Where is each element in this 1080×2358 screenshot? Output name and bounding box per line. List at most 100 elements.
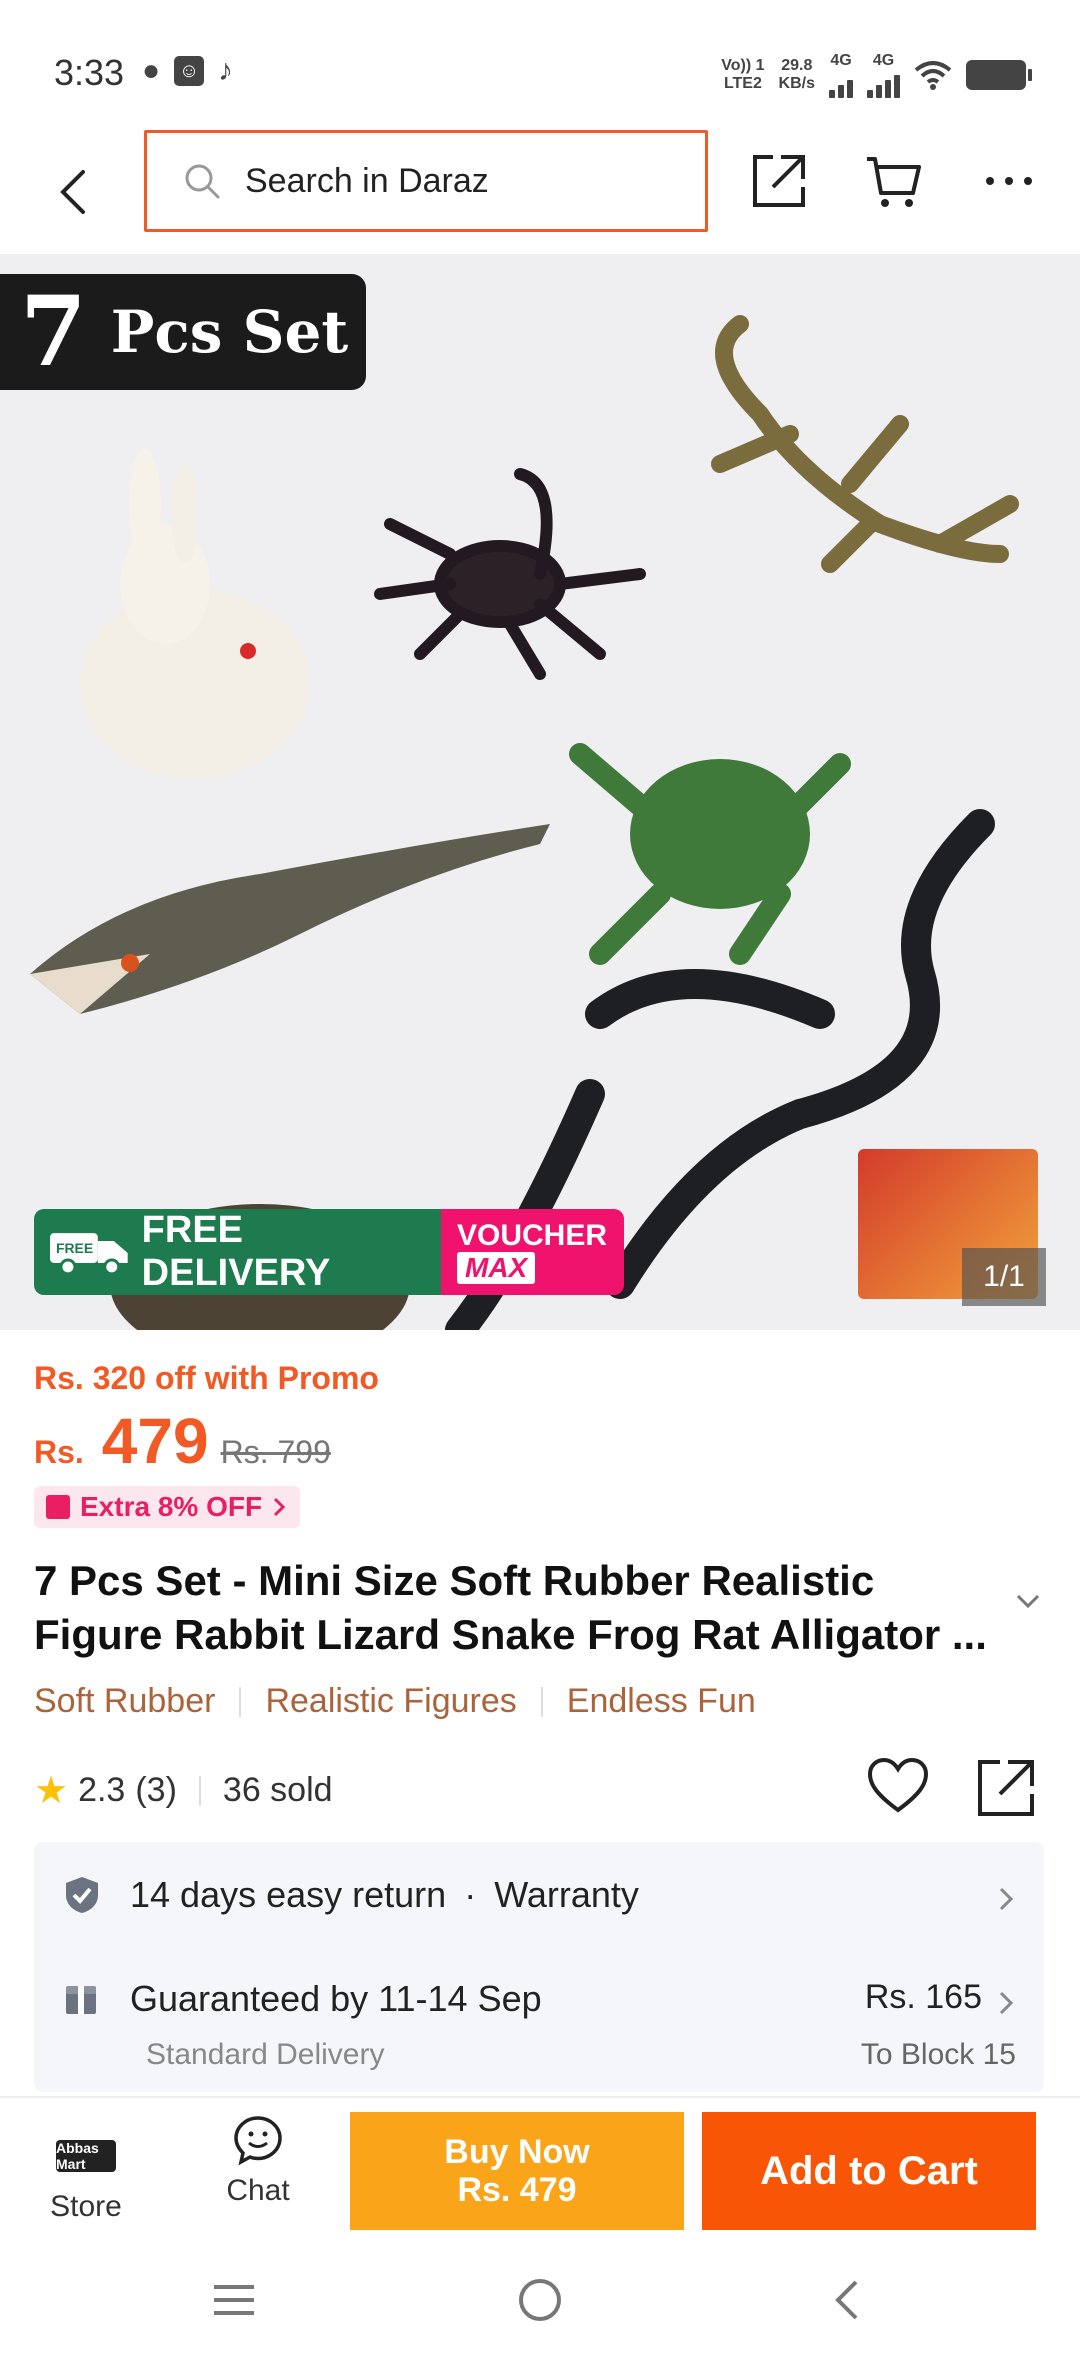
buy-now-label: Buy Now <box>444 2133 590 2171</box>
system-status-icons: Vo)) 1 LTE2 29.8 KB/s 4G 4G <box>721 52 1032 98</box>
signal-sim2: 4G <box>867 52 900 98</box>
cart-button[interactable] <box>858 146 928 216</box>
promo-discount-text: Rs. 320 off with Promo <box>34 1360 379 1396</box>
speed-value: 29.8 <box>781 57 813 74</box>
tag-divider <box>239 1686 242 1717</box>
rating-row[interactable]: ★ 2.3 (3) 36 sold <box>34 1768 333 1813</box>
snapchat-icon: ● <box>142 54 161 87</box>
separator-dot: · <box>464 1874 477 1915</box>
voucher-max-label: MAX <box>457 1252 536 1284</box>
add-to-cart-button[interactable]: Add to Cart <box>702 2112 1036 2230</box>
price-row: Rs. 479 Rs. 799 <box>34 1404 331 1478</box>
buy-now-button[interactable]: Buy Now Rs. 479 <box>350 2112 684 2230</box>
shield-check-icon <box>66 1877 98 1913</box>
delivery-type: Standard Delivery <box>146 2038 385 2071</box>
search-input[interactable]: Search in Daraz <box>245 162 489 201</box>
sold-count: 36 sold <box>222 1771 333 1809</box>
volte-indicator: Vo)) 1 LTE2 <box>721 57 764 93</box>
heart-icon[interactable] <box>866 1756 930 1816</box>
bottom-action-bar: Abbas Mart Store Chat Buy Now Rs. 479 Ad… <box>0 2096 1080 2238</box>
share-icon[interactable] <box>974 1756 1038 1820</box>
sim2-label: 4G <box>872 52 895 69</box>
volte-label: Vo)) 1 <box>721 57 765 74</box>
top-header: Search in Daraz <box>0 130 1080 254</box>
free-word: FREE <box>56 1240 93 1256</box>
share-icon <box>753 155 805 207</box>
rating-value: 2.3 <box>78 1771 126 1809</box>
tag-divider <box>540 1686 543 1717</box>
store-button[interactable]: Abbas Mart Store <box>36 2114 136 2224</box>
price-currency: Rs. <box>34 1434 84 1470</box>
chat-button[interactable]: Chat <box>208 2114 308 2224</box>
lte-label: LTE2 <box>723 75 762 92</box>
more-options-button[interactable] <box>974 146 1044 216</box>
badge-text: Pcs Set <box>110 298 349 366</box>
chat-label: Chat <box>226 2174 290 2207</box>
back-arrow-icon <box>835 2280 858 2320</box>
original-price: Rs. 799 <box>220 1434 331 1470</box>
free-delivery-voucher-banner: FREE FREE DELIVERY VOUCHER MAX <box>34 1209 624 1295</box>
free-delivery-label: FREE DELIVERY <box>141 1209 331 1294</box>
signal-bars-icon <box>867 70 900 98</box>
speed-unit: KB/s <box>778 75 815 92</box>
product-image-gallery[interactable]: 7 Pcs Set FREE FREE DELIVERY VOUCHER MAX… <box>0 254 1080 1330</box>
system-back-button[interactable] <box>806 2260 886 2340</box>
frog-figure <box>569 743 851 965</box>
product-highlight-tags: Soft Rubber Realistic Figures Endless Fu… <box>34 1682 756 1721</box>
home-circle-icon <box>519 2279 561 2321</box>
status-bar: 3:33 ● ☺ ♪ Vo)) 1 LTE2 29.8 KB/s 4G 4G <box>0 0 1080 130</box>
battery-icon <box>966 60 1032 90</box>
accessibility-icon: ☺ <box>174 56 205 86</box>
chevron-right-icon <box>274 1497 286 1517</box>
tiktok-icon: ♪ <box>218 54 234 87</box>
chat-icon <box>234 2116 282 2166</box>
rating-divider <box>198 1775 201 1806</box>
lizard-figure <box>711 315 1019 573</box>
cart-icon <box>867 157 921 207</box>
tag-item: Soft Rubber <box>34 1682 216 1720</box>
extra-off-tag[interactable]: Extra 8% OFF <box>34 1486 301 1528</box>
service-info-card: 14 days easy return · Warranty Guarantee… <box>34 1842 1044 2092</box>
signal-bars-icon <box>829 70 853 98</box>
chevron-right-icon[interactable] <box>998 1886 1014 1912</box>
share-button[interactable] <box>744 146 814 216</box>
notification-icons: ● ☺ ♪ <box>142 56 233 86</box>
network-speed: 29.8 KB/s <box>779 57 815 93</box>
pcs-set-badge: 7 Pcs Set <box>0 274 366 390</box>
delivery-truck-icon: FREE <box>50 1233 128 1275</box>
search-bar[interactable]: Search in Daraz <box>144 130 708 232</box>
voucher-label: VOUCHER <box>457 1219 608 1252</box>
status-time: 3:33 <box>54 52 125 93</box>
delivery-fee: Rs. 165 <box>864 1978 982 2016</box>
badge-number: 7 <box>20 275 87 388</box>
star-icon: ★ <box>34 1770 69 1812</box>
wifi-icon <box>914 61 952 90</box>
delivery-guarantee-text: Guaranteed by 11-14 Sep <box>130 1978 542 2019</box>
back-button[interactable] <box>48 152 96 232</box>
delivery-row[interactable]: Guaranteed by 11-14 Sep <box>64 1978 542 2020</box>
alligator-figure <box>30 824 550 1014</box>
store-label: Store <box>50 2190 122 2223</box>
warranty-text: Warranty <box>494 1874 639 1915</box>
chevron-right-icon[interactable] <box>998 1990 1014 2016</box>
rating-count: (3) <box>135 1771 177 1809</box>
voucher-max-badge: VOUCHER MAX <box>441 1209 624 1295</box>
delivery-box-icon <box>66 1986 96 2014</box>
buy-now-price: Rs. 479 <box>457 2171 577 2209</box>
discount-tag-icon <box>46 1495 70 1519</box>
current-price: 479 <box>101 1405 209 1477</box>
product-title: 7 Pcs Set - Mini Size Soft Rubber Realis… <box>34 1557 987 1658</box>
delivery-destination: To Block 15 <box>860 2038 1016 2071</box>
return-warranty-row[interactable]: 14 days easy return · Warranty <box>64 1874 639 1916</box>
free-delivery-badge: FREE FREE DELIVERY <box>34 1209 441 1295</box>
expand-title-chevron-icon[interactable] <box>1014 1592 1042 1610</box>
menu-icon <box>214 2285 254 2315</box>
home-button[interactable] <box>500 2260 580 2340</box>
tag-item: Endless Fun <box>566 1682 756 1720</box>
store-logo: Abbas Mart <box>56 2140 116 2172</box>
chevron-left-icon <box>60 170 85 214</box>
return-policy-text: 14 days easy return <box>130 1874 447 1915</box>
extra-off-label: Extra 8% OFF <box>80 1491 263 1522</box>
image-page-counter: 1/1 <box>962 1248 1046 1306</box>
recent-apps-button[interactable] <box>194 2260 274 2340</box>
